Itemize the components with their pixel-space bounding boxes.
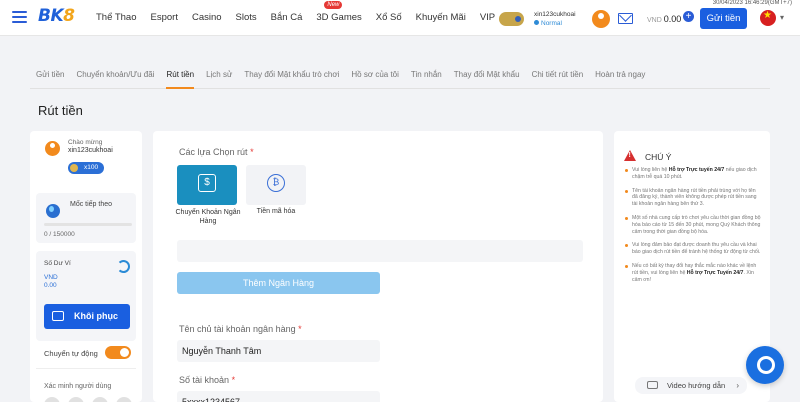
notice-title: CHÚ Ý [645,152,672,162]
holder-name-field[interactable]: Nguyễn Thanh Tâm [177,340,380,362]
header-balance: VND 0.00 [647,14,681,24]
option-crypto-label: Tiền mã hóa [256,208,296,215]
wallet-card: Số Dư Ví VND 0.00 Khôi phục [36,251,136,341]
sidebar-username: xin123cukhoai [68,147,113,154]
milestone-label: Mốc tiếp theo [70,201,113,208]
tab-withdraw-details[interactable]: Chi tiết rút tiền [532,64,584,89]
bank-select[interactable] [177,240,583,262]
avatar-icon [45,141,60,156]
refresh-icon[interactable] [117,260,130,273]
chevron-right-icon: › [736,381,739,390]
auto-transfer-toggle[interactable] [105,346,131,359]
withdraw-form: Các lựa Chọn rút * $ Chuyển Khoản Ngân H… [153,131,603,402]
level-toggle[interactable] [499,12,524,26]
nav-item-3d-games-label: 3D Games [316,12,362,23]
balance-amount: 0.00 [663,14,682,24]
bank-icon: $ [198,174,216,192]
nav-item-fishing[interactable]: Bắn Cá [271,12,303,23]
nav-item-promotions[interactable]: Khuyến Mãi [416,12,466,23]
tab-messages[interactable]: Tin nhắn [411,64,442,89]
notice-item: Vui lòng liên hệ Hỗ trợ Trực tuyến 24/7 … [622,167,762,181]
account-number-field[interactable]: 5xxxx1234567 [177,391,380,402]
video-guide-label: Video hướng dẫn [667,381,726,390]
notice-item: Nếu có bất kỳ thay đổi hay thắc mắc nào … [622,263,762,283]
wallet-balance-label: Số Dư Ví [44,260,71,267]
restore-label: Khôi phục [74,311,118,321]
currency-label: VND [647,17,662,24]
nav-item-3d-games[interactable]: New 3D Games [316,1,362,23]
tab-password[interactable]: Thay đổi Mật khẩu [454,64,520,89]
verify-icons [44,397,132,402]
warning-icon [624,150,636,161]
milestone-progress-bar [44,223,132,226]
verify-id-icon[interactable] [92,397,108,402]
nav-item-casino[interactable]: Casino [192,12,222,23]
withdraw-options-label: Các lựa Chọn rút * [179,147,254,157]
nav-item-esport[interactable]: Esport [151,12,178,23]
milestone-card: Mốc tiếp theo 0 / 150000 [36,193,136,243]
tab-transfer[interactable]: Chuyển khoản/Ưu đãi [76,64,154,89]
nav-item-slots[interactable]: Slots [236,12,257,23]
nav-item-sports[interactable]: Thể Thao [96,12,137,23]
tab-withdraw[interactable]: Rút tiền [166,64,195,89]
add-funds-icon[interactable]: + [683,11,694,22]
account-sidebar: Chào mừng xin123cukhoai x100 Mốc tiếp th… [30,131,142,402]
vietnam-flag-icon[interactable] [760,10,776,26]
new-badge: New [324,1,343,9]
user-level: Normal [541,20,562,27]
add-bank-button[interactable]: Thêm Ngân Hàng [177,272,380,294]
auto-transfer-label: Chuyển tự động [44,349,98,358]
user-avatar-icon[interactable] [592,10,610,28]
holder-name-label: Tên chủ tài khoản ngân hàng * [179,324,302,334]
user-info: xin123cukhoai Normal [534,10,576,28]
site-logo[interactable]: BK8 [38,6,75,26]
verify-bank-icon[interactable] [116,397,132,402]
main-nav: Thể Thao Esport Casino Slots Bắn Cá New … [96,1,509,23]
menu-icon[interactable] [12,11,27,23]
option-crypto[interactable]: ₿ [246,165,306,205]
notice-item: Tên tài khoản ngân hàng rút tiền phải tr… [622,188,762,208]
tab-deposit[interactable]: Gửi tiền [36,64,64,89]
tab-history[interactable]: Lịch sử [206,64,232,89]
top-header: BK8 Thể Thao Esport Casino Slots Bắn Cá … [0,0,800,36]
live-chat-icon[interactable] [746,346,784,384]
wallet-icon [52,311,64,321]
datetime: 30/04/2023 16:46:29(GMT+7) [712,0,792,6]
chevron-down-icon[interactable]: ▾ [780,13,784,22]
nav-item-lottery[interactable]: Xổ Số [376,12,402,23]
deposit-button[interactable]: Gửi tiền [700,8,747,29]
welcome-label: Chào mừng [68,139,103,146]
notice-list: Vui lòng liên hệ Hỗ trợ Trực tuyến 24/7 … [622,167,762,290]
nav-item-vip[interactable]: VIP [480,12,495,23]
account-tabs: Gửi tiền Chuyển khoản/Ưu đãi Rút tiền Lị… [30,64,770,89]
option-bank-transfer[interactable]: $ [177,165,237,205]
mail-icon[interactable] [618,13,633,24]
notice-item: Một số nhà cung cấp trò chơi yêu cầu thờ… [622,215,762,235]
video-icon [647,381,658,389]
account-number-label: Số tài khoản * [179,375,236,385]
tab-game-password[interactable]: Thay đổi Mật khẩu trò chơi [244,64,339,89]
restore-button[interactable]: Khôi phục [44,304,130,329]
verify-label: Xác minh người dùng [44,383,112,390]
wallet-currency: VND [44,274,58,281]
milestone-value: 0 / 150000 [44,231,75,238]
page-title: Rút tiền [38,103,83,118]
tab-rebate[interactable]: Hoàn trả ngay [595,64,645,89]
coin-badge: x100 [68,162,104,174]
verify-phone-icon[interactable] [44,397,60,402]
verify-email-icon[interactable] [68,397,84,402]
tab-profile[interactable]: Hồ sơ của tôi [351,64,399,89]
option-bank-label: Chuyển Khoản Ngân Hàng [175,209,241,225]
video-guide-button[interactable]: Video hướng dẫn › [635,377,747,394]
header-username: xin123cukhoai [534,11,576,18]
divider [36,368,136,369]
globe-icon [46,204,60,218]
wallet-amount: 0.00 [44,282,57,289]
bitcoin-icon: ₿ [267,174,285,192]
level-dot-icon [534,20,539,25]
notice-item: Vui lòng đảm bảo đạt được doanh thu yêu … [622,242,762,256]
